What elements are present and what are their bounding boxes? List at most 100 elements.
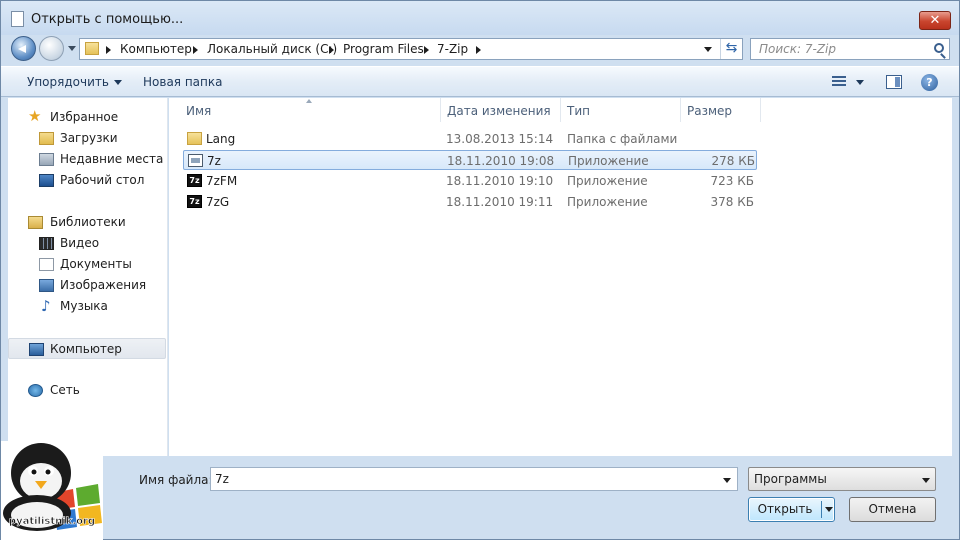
- star-icon: [28, 107, 43, 125]
- libraries-icon: [28, 216, 43, 229]
- sidebar-item-label: Недавние места: [60, 152, 164, 166]
- sidebar-item-label: Музыка: [60, 299, 108, 313]
- column-divider[interactable]: [440, 98, 441, 122]
- preview-pane-icon[interactable]: [886, 75, 902, 89]
- open-button[interactable]: Открыть: [748, 497, 835, 522]
- sidebar-item-favorites[interactable]: Избранное: [8, 107, 166, 128]
- breadcrumb-7zip[interactable]: 7-Zip: [437, 42, 468, 56]
- chevron-right-icon[interactable]: [476, 46, 481, 54]
- column-divider[interactable]: [680, 98, 681, 122]
- computer-icon: [29, 343, 44, 356]
- chevron-right-icon[interactable]: [193, 46, 198, 54]
- chevron-down-icon[interactable]: [723, 478, 731, 483]
- column-header-name[interactable]: Имя: [186, 104, 211, 118]
- desktop-icon: [39, 174, 54, 187]
- file-list: Имя Дата изменения Тип Размер Lang 13.08…: [169, 98, 952, 456]
- file-type: Приложение: [567, 174, 648, 188]
- file-date: 18.11.2010 19:11: [446, 195, 554, 209]
- chevron-down-icon: [922, 478, 930, 483]
- sidebar-item-label: Документы: [60, 257, 132, 271]
- sidebar-item-video[interactable]: Видео: [8, 233, 166, 254]
- organize-menu[interactable]: Упорядочить: [27, 75, 122, 89]
- sidebar-item-documents[interactable]: Документы: [8, 254, 166, 275]
- help-icon[interactable]: ?: [921, 74, 938, 91]
- sidebar-item-label: Видео: [60, 236, 100, 250]
- folder-icon: [85, 42, 99, 55]
- sidebar-item-label: Компьютер: [50, 342, 122, 356]
- filename-input[interactable]: 7z: [210, 467, 738, 491]
- chevron-right-icon[interactable]: [329, 46, 334, 54]
- sidebar-item-images[interactable]: Изображения: [8, 275, 166, 296]
- chevron-right-icon[interactable]: [424, 46, 429, 54]
- breadcrumb-local-disk[interactable]: Локальный диск (C:): [207, 42, 337, 56]
- images-icon: [39, 279, 54, 292]
- watermark-text: pyatilistnik.org: [9, 516, 95, 527]
- sidebar-item-desktop[interactable]: Рабочий стол: [8, 170, 166, 191]
- sidebar-item-label: Избранное: [50, 110, 119, 124]
- file-size: 278 КБ: [711, 154, 755, 168]
- breadcrumb-computer[interactable]: Компьютер: [120, 42, 192, 56]
- filename-label: Имя файла:: [139, 473, 213, 487]
- view-options-icon[interactable]: [832, 76, 846, 88]
- sidebar-item-label: Изображения: [60, 278, 147, 292]
- address-history-dropdown-icon[interactable]: [704, 47, 712, 52]
- filename-value: 7z: [215, 472, 229, 486]
- cancel-button[interactable]: Отмена: [849, 497, 936, 522]
- window-title: Открыть с помощью...: [31, 12, 184, 27]
- file-name: Lang: [206, 132, 236, 146]
- file-type: Приложение: [567, 195, 648, 209]
- sidebar-item-computer[interactable]: Компьютер: [8, 338, 166, 359]
- file-type: Приложение: [568, 154, 649, 168]
- column-divider[interactable]: [560, 98, 561, 122]
- file-row-7zg[interactable]: 7z 7zG 18.11.2010 19:11 Приложение 378 К…: [183, 192, 757, 212]
- sidebar-item-recent-places[interactable]: Недавние места: [8, 149, 166, 170]
- file-date: 18.11.2010 19:08: [447, 154, 555, 168]
- sidebar-item-downloads[interactable]: Загрузки: [8, 128, 166, 149]
- organize-label: Упорядочить: [27, 75, 109, 89]
- forward-button[interactable]: [39, 36, 64, 61]
- column-header-date[interactable]: Дата изменения: [447, 104, 551, 118]
- watermark-logo: pyatilistnik.org: [1, 441, 103, 540]
- folder-icon: [187, 132, 202, 145]
- 7zip-app-icon: 7z: [187, 195, 202, 208]
- search-icon[interactable]: [934, 43, 944, 53]
- file-row-lang[interactable]: Lang 13.08.2013 15:14 Папка с файлами: [183, 129, 757, 149]
- column-divider[interactable]: [760, 98, 761, 122]
- sidebar-item-libraries[interactable]: Библиотеки: [8, 212, 166, 233]
- refresh-icon[interactable]: ⇆: [720, 39, 742, 59]
- open-with-dialog: Открыть с помощью... ✕ Компьютер Локальн…: [0, 0, 960, 540]
- sidebar-item-music[interactable]: Музыка: [8, 296, 166, 317]
- file-row-7zfm[interactable]: 7z 7zFM 18.11.2010 19:10 Приложение 723 …: [183, 171, 757, 191]
- back-button[interactable]: [11, 36, 36, 61]
- chevron-down-icon[interactable]: [856, 80, 864, 85]
- dialog-footer: Имя файла: 7z Программы Открыть Отмена: [1, 457, 959, 539]
- chevron-right-icon[interactable]: [106, 46, 111, 54]
- file-name: 7zG: [206, 195, 230, 209]
- file-name: 7z: [207, 154, 221, 168]
- new-folder-button[interactable]: Новая папка: [143, 75, 222, 89]
- filetype-select[interactable]: Программы: [748, 467, 936, 491]
- title-bar[interactable]: Открыть с помощью... ✕: [1, 1, 959, 35]
- breadcrumb-program-files[interactable]: Program Files: [343, 42, 424, 56]
- sidebar-item-network[interactable]: Сеть: [8, 380, 166, 401]
- file-row-7z[interactable]: 7z 18.11.2010 19:08 Приложение 278 КБ: [183, 150, 757, 170]
- column-header-size[interactable]: Размер: [687, 104, 732, 118]
- document-icon: [11, 11, 24, 27]
- file-type: Папка с файлами: [567, 132, 678, 146]
- command-bar: Упорядочить Новая папка ?: [1, 66, 959, 97]
- split-divider: [821, 501, 822, 518]
- chevron-down-icon[interactable]: [825, 507, 833, 512]
- close-button[interactable]: ✕: [919, 11, 951, 30]
- video-icon: [39, 237, 54, 250]
- address-bar[interactable]: Компьютер Локальный диск (C:) Program Fi…: [79, 38, 743, 60]
- search-placeholder: Поиск: 7-Zip: [759, 42, 837, 56]
- navigation-bar: Компьютер Локальный диск (C:) Program Fi…: [1, 35, 959, 63]
- filetype-value: Программы: [754, 472, 827, 486]
- column-header-type[interactable]: Тип: [567, 104, 590, 118]
- sidebar-item-label: Загрузки: [60, 131, 118, 145]
- recent-pages-dropdown-icon[interactable]: [68, 46, 76, 51]
- search-box[interactable]: Поиск: 7-Zip: [750, 38, 950, 60]
- sidebar-item-label: Сеть: [50, 383, 80, 397]
- file-date: 18.11.2010 19:10: [446, 174, 554, 188]
- navigation-pane: Избранное Загрузки Недавние места Рабочи…: [8, 98, 168, 456]
